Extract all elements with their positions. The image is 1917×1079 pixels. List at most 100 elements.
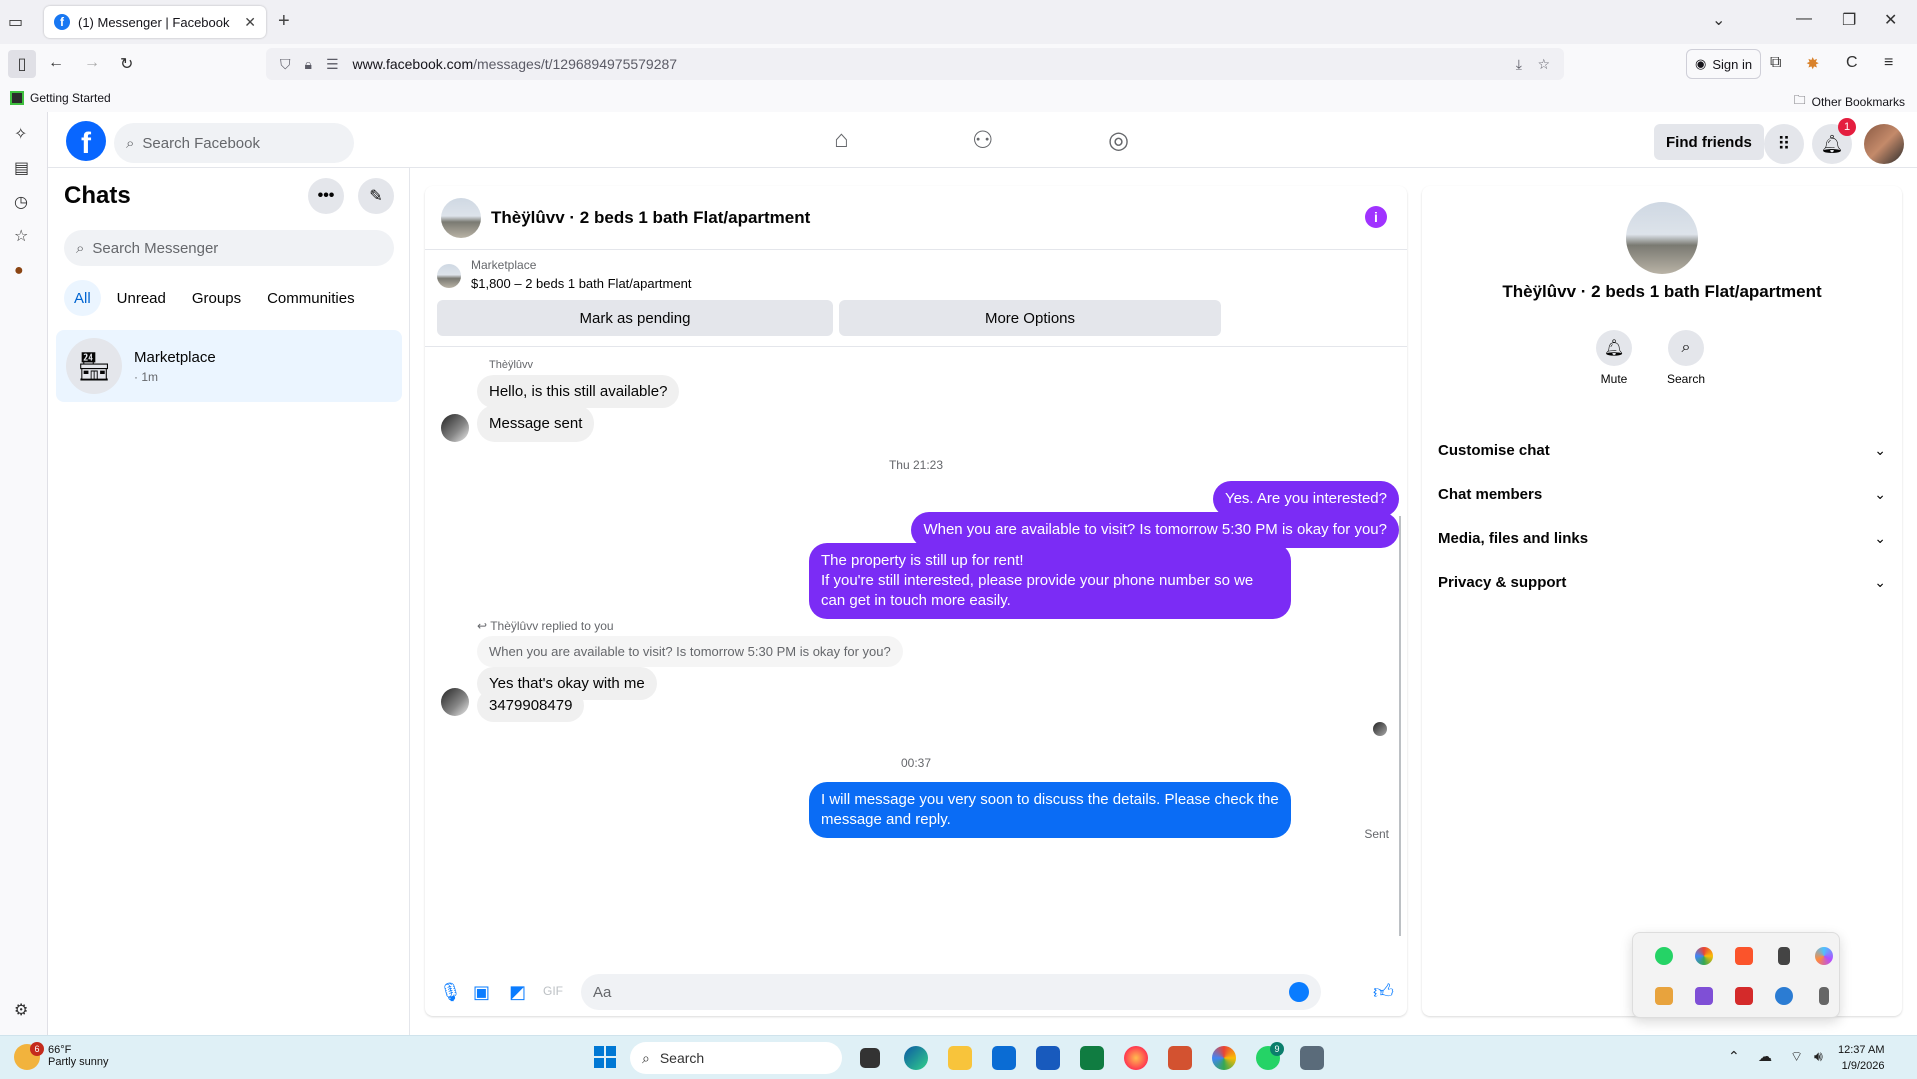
- microphone-icon[interactable]: 🎙︎: [439, 982, 462, 1003]
- onedrive-icon[interactable]: ☁: [1758, 1048, 1772, 1065]
- whatsapp-tray-icon[interactable]: [1655, 947, 1673, 965]
- chrome-icon[interactable]: [1212, 1046, 1236, 1070]
- wifi-icon[interactable]: ⌔: [1790, 1048, 1803, 1066]
- browser-tab[interactable]: f (1) Messenger | Facebook ✕: [44, 6, 266, 38]
- copilot-tray-icon[interactable]: [1815, 947, 1833, 965]
- file-explorer-icon[interactable]: [948, 1046, 972, 1070]
- weather-widget[interactable]: 6 66°F Partly sunny: [14, 1042, 109, 1070]
- restore-icon[interactable]: ❐: [1842, 10, 1856, 30]
- photo-icon[interactable]: ▣: [473, 982, 490, 1003]
- incoming-message[interactable]: 3479908479: [477, 689, 585, 722]
- outgoing-message[interactable]: The property is still up for rent! If yo…: [809, 543, 1291, 619]
- message-input[interactable]: Aa: [581, 974, 1321, 1010]
- filter-all[interactable]: All: [64, 280, 101, 316]
- sync-tray-icon[interactable]: [1775, 987, 1793, 1005]
- sign-in-button[interactable]: ◉ Sign in: [1686, 49, 1762, 79]
- close-tab-icon[interactable]: ✕: [244, 14, 256, 31]
- messenger-search-input[interactable]: ⌕ Search Messenger: [64, 230, 394, 266]
- mark-as-pending-button[interactable]: Mark as pending: [437, 300, 833, 336]
- filter-unread[interactable]: Unread: [107, 280, 176, 316]
- find-friends-button[interactable]: Find friends: [1654, 124, 1764, 160]
- customise-chat-row[interactable]: Customise chat ⌄: [1438, 428, 1886, 472]
- app-tray-icon[interactable]: [1655, 987, 1673, 1005]
- listing-thumbnail[interactable]: [441, 197, 481, 238]
- chat-members-row[interactable]: Chat members ⌄: [1438, 472, 1886, 516]
- extension-c-icon[interactable]: C: [1846, 54, 1858, 72]
- menu-icon[interactable]: ≡: [1884, 54, 1893, 72]
- tab-overflow-icon[interactable]: ⌄: [1712, 10, 1725, 30]
- emoji-icon[interactable]: [1289, 982, 1309, 1002]
- friends-icon[interactable]: ⚇: [972, 126, 994, 155]
- sticker-icon[interactable]: ◩: [509, 982, 526, 1003]
- outgoing-message[interactable]: I will message you very soon to discuss …: [809, 782, 1291, 838]
- quoted-message[interactable]: When you are available to visit? Is tomo…: [477, 636, 903, 667]
- cookie-extension-icon[interactable]: ●: [14, 262, 24, 280]
- filter-groups[interactable]: Groups: [182, 280, 251, 316]
- mute-button[interactable]: 🔔︎ Mute: [1584, 330, 1644, 386]
- adobe-tray-icon[interactable]: [1735, 987, 1753, 1005]
- powerpoint-icon[interactable]: [1168, 1046, 1192, 1070]
- conversation-item-marketplace[interactable]: 🏪︎ Marketplace · 1m: [56, 330, 402, 402]
- ai-chatbot-icon[interactable]: ✧: [14, 124, 27, 144]
- groups-icon[interactable]: ◎: [1108, 126, 1129, 155]
- save-page-icon[interactable]: ⤓: [1516, 56, 1522, 73]
- back-icon[interactable]: ←: [48, 54, 64, 72]
- task-view-icon[interactable]: [860, 1048, 880, 1068]
- scrollbar[interactable]: [1399, 516, 1401, 936]
- show-hidden-icons-chevron[interactable]: ⌃: [1728, 1048, 1740, 1065]
- filter-communities[interactable]: Communities: [257, 280, 365, 316]
- chat-title[interactable]: Thèÿlûvv · 2 beds 1 bath Flat/apartment: [491, 208, 810, 228]
- incoming-message[interactable]: Hello, is this still available?: [477, 375, 680, 408]
- profile-avatar[interactable]: [1864, 124, 1904, 164]
- taskbar-search[interactable]: ⌕ Search: [630, 1042, 842, 1074]
- synced-tabs-icon[interactable]: ▤: [14, 158, 29, 178]
- other-bookmarks[interactable]: 🗀︎ Other Bookmarks: [1794, 91, 1905, 112]
- menu-grid-icon[interactable]: ⠿: [1764, 124, 1804, 164]
- like-thumbs-up-icon[interactable]: 👍︎: [1373, 980, 1394, 1004]
- close-window-icon[interactable]: ✕: [1884, 10, 1897, 30]
- store-icon[interactable]: [992, 1046, 1016, 1070]
- sender-avatar[interactable]: [441, 688, 469, 716]
- taskbar-clock[interactable]: 12:37 AM 1/9/2026: [1838, 1042, 1884, 1074]
- new-message-button[interactable]: ✎: [358, 178, 394, 214]
- facebook-search-input[interactable]: ⌕ Search Facebook: [114, 123, 354, 163]
- incoming-message[interactable]: Message sent: [477, 405, 595, 442]
- gif-icon[interactable]: GIF: [543, 984, 563, 998]
- firefox-icon[interactable]: [1124, 1046, 1148, 1070]
- info-icon[interactable]: i: [1365, 206, 1387, 228]
- new-tab-icon[interactable]: +: [278, 10, 290, 33]
- pen-tray-icon[interactable]: [1695, 987, 1713, 1005]
- app-icon[interactable]: [1300, 1046, 1324, 1070]
- usb-tray-icon[interactable]: [1778, 947, 1790, 965]
- device-tray-icon[interactable]: [1819, 987, 1829, 1005]
- chat-options-button[interactable]: •••: [308, 178, 344, 214]
- history-icon[interactable]: ◷: [14, 192, 28, 212]
- privacy-support-row[interactable]: Privacy & support ⌄: [1438, 560, 1886, 604]
- home-icon[interactable]: ⌂: [834, 126, 849, 154]
- edge-icon[interactable]: [904, 1046, 928, 1070]
- windows-start-icon[interactable]: [594, 1046, 616, 1068]
- url-bar[interactable]: ⛉ 🔒︎ ☰ www.facebook.com/messages/t/12968…: [266, 48, 1564, 80]
- sender-avatar[interactable]: [441, 414, 469, 442]
- extensions-icon[interactable]: ⧉: [1770, 54, 1781, 72]
- volume-icon[interactable]: 🔊︎: [1814, 1048, 1823, 1065]
- reload-icon[interactable]: ↻: [120, 54, 133, 74]
- brave-tray-icon[interactable]: [1735, 947, 1753, 965]
- bookmark-star-icon[interactable]: ☆: [1537, 56, 1550, 73]
- sidebar-toggle-icon[interactable]: ▯: [8, 50, 36, 78]
- bookmarks-star-icon[interactable]: ☆: [14, 226, 28, 246]
- media-files-links-row[interactable]: Media, files and links ⌄: [1438, 516, 1886, 560]
- tab-list-icon[interactable]: ▭: [8, 12, 23, 32]
- customize-sidebar-icon[interactable]: ⚙: [14, 1000, 28, 1020]
- facebook-logo[interactable]: f: [66, 121, 106, 161]
- excel-icon[interactable]: [1080, 1046, 1104, 1070]
- forward-icon[interactable]: →: [84, 54, 100, 72]
- word-icon[interactable]: [1036, 1046, 1060, 1070]
- more-options-button[interactable]: More Options: [839, 300, 1221, 336]
- minimize-icon[interactable]: —: [1796, 10, 1812, 28]
- extension-icon[interactable]: ✸: [1806, 54, 1819, 74]
- chrome-tray-icon[interactable]: [1695, 947, 1713, 965]
- listing-summary[interactable]: Marketplace $1,800 – 2 beds 1 bath Flat/…: [437, 258, 691, 291]
- search-button[interactable]: ⌕ Search: [1656, 330, 1716, 386]
- bookmark-getting-started[interactable]: Getting Started: [10, 91, 111, 105]
